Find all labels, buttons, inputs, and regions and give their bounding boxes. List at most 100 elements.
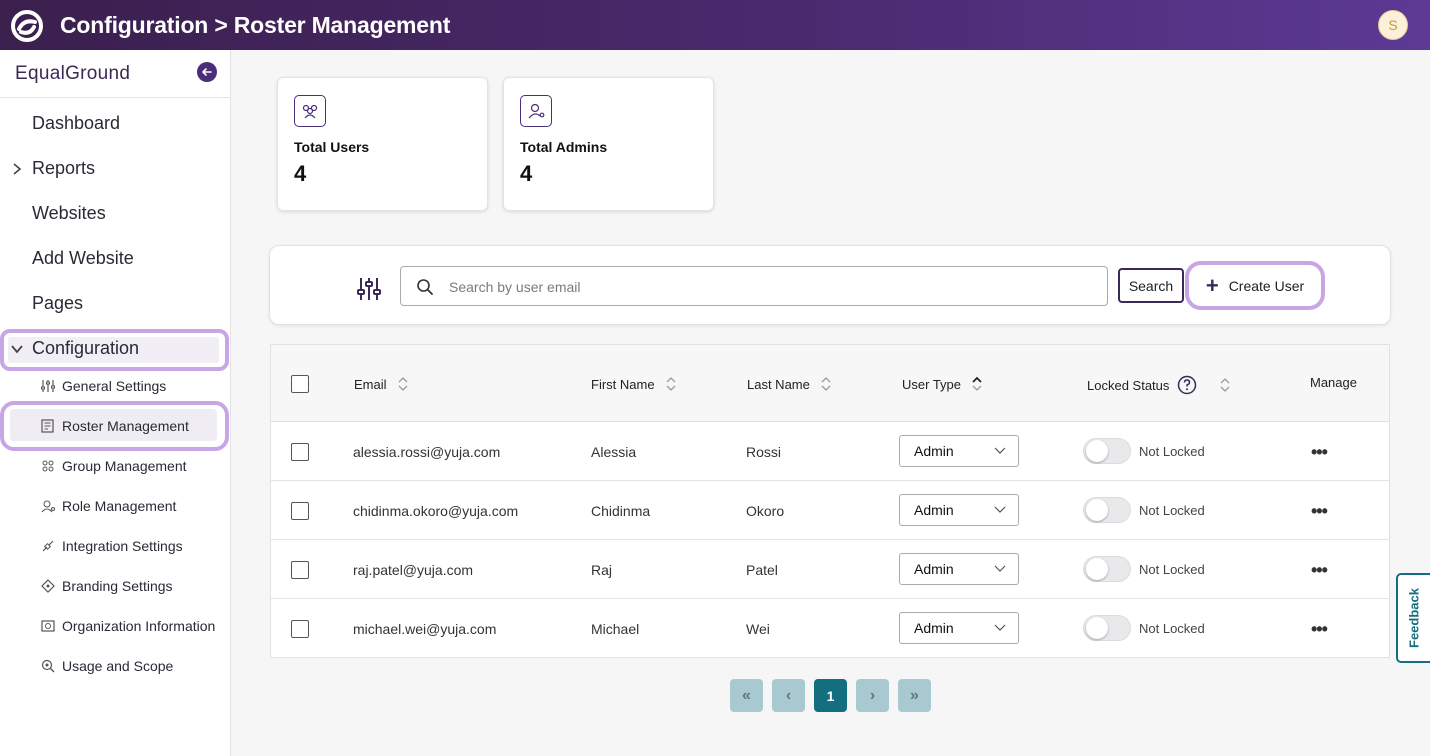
- last-page-button[interactable]: »: [898, 679, 931, 712]
- more-options-icon[interactable]: •••: [1311, 560, 1328, 581]
- lock-toggle[interactable]: [1083, 615, 1131, 641]
- sub-item-label: Roster Management: [62, 418, 189, 434]
- row-checkbox[interactable]: [291, 561, 309, 579]
- collapse-sidebar-button[interactable]: [197, 62, 217, 82]
- sub-item-group-management[interactable]: Group Management: [40, 456, 187, 476]
- column-first-name[interactable]: First Name: [591, 375, 677, 393]
- search-input[interactable]: [449, 275, 1089, 299]
- email-cell: chidinma.okoro@yuja.com: [353, 503, 519, 519]
- sort-ascending-icon[interactable]: [971, 375, 983, 393]
- sub-item-label: Usage and Scope: [62, 658, 174, 674]
- sub-item-label: Organization Information: [62, 618, 216, 634]
- sub-item-label: Integration Settings: [62, 538, 183, 554]
- help-icon[interactable]: [1177, 375, 1197, 395]
- locked-status-text: Not Locked: [1139, 444, 1205, 459]
- sort-icon[interactable]: [665, 375, 677, 393]
- user-avatar[interactable]: S: [1378, 10, 1408, 40]
- nav-item-pages[interactable]: Pages: [32, 293, 83, 314]
- sort-icon[interactable]: [820, 375, 832, 393]
- user-type-value: Admin: [914, 502, 954, 518]
- create-user-highlight: + Create User: [1185, 261, 1325, 310]
- total-admins-label: Total Admins: [520, 139, 608, 155]
- column-label: First Name: [591, 376, 655, 392]
- next-page-button[interactable]: ›: [856, 679, 889, 712]
- select-all-checkbox[interactable]: [291, 375, 309, 393]
- branding-icon: [41, 579, 55, 593]
- current-page-button[interactable]: 1: [814, 679, 847, 712]
- app-logo-icon[interactable]: [10, 9, 44, 43]
- column-label: Locked Status: [1087, 377, 1170, 393]
- locked-status-text: Not Locked: [1139, 503, 1205, 518]
- lock-toggle[interactable]: [1083, 556, 1131, 582]
- sub-item-organization-information[interactable]: Organization Information: [40, 616, 215, 636]
- user-type-select[interactable]: Admin: [899, 494, 1019, 526]
- sub-item-roster-management[interactable]: Roster Management: [40, 416, 189, 436]
- column-locked-status[interactable]: Locked Status: [1087, 375, 1231, 395]
- previous-page-button[interactable]: ‹: [772, 679, 805, 712]
- table-row: alessia.rossi@yuja.com Alessia Rossi Adm…: [271, 422, 1389, 481]
- row-checkbox[interactable]: [291, 443, 309, 461]
- feedback-tab[interactable]: Feedback: [1396, 573, 1430, 663]
- total-admins-value: 4: [520, 161, 533, 186]
- sort-icon[interactable]: [1219, 376, 1231, 394]
- nav-item-websites[interactable]: Websites: [32, 203, 106, 224]
- lock-toggle[interactable]: [1083, 497, 1131, 523]
- first-name-cell: Michael: [591, 621, 640, 637]
- sub-item-role-management[interactable]: Role Management: [40, 496, 176, 516]
- sub-item-integration-settings[interactable]: Integration Settings: [40, 536, 183, 556]
- email-cell: raj.patel@yuja.com: [353, 562, 474, 578]
- users-icon: [302, 104, 318, 119]
- column-user-type[interactable]: User Type: [902, 375, 983, 393]
- row-checkbox[interactable]: [291, 620, 309, 638]
- column-last-name[interactable]: Last Name: [747, 375, 832, 393]
- user-type-value: Admin: [914, 443, 954, 459]
- total-users-card: Total Users 4: [277, 77, 488, 211]
- group-icon: [42, 460, 54, 472]
- more-options-icon[interactable]: •••: [1311, 619, 1328, 640]
- user-type-select[interactable]: Admin: [899, 435, 1019, 467]
- column-label: Manage: [1310, 375, 1357, 390]
- locked-status-text: Not Locked: [1139, 621, 1205, 636]
- sort-icon[interactable]: [397, 375, 409, 393]
- admins-icon-frame: [520, 95, 552, 127]
- more-options-icon[interactable]: •••: [1311, 501, 1328, 522]
- table-row: michael.wei@yuja.com Michael Wei Admin N…: [271, 599, 1389, 658]
- create-user-label: Create User: [1228, 277, 1305, 294]
- nav-item-dashboard[interactable]: Dashboard: [32, 113, 120, 134]
- sub-item-usage-and-scope[interactable]: Usage and Scope: [40, 656, 173, 676]
- lock-toggle[interactable]: [1083, 438, 1131, 464]
- chevron-down-icon[interactable]: [10, 342, 24, 356]
- chevron-down-icon: [994, 506, 1006, 513]
- last-name-cell: Rossi: [746, 444, 782, 460]
- roster-icon: [41, 419, 54, 433]
- table-row: raj.patel@yuja.com Raj Patel Admin Not L…: [271, 540, 1389, 599]
- table-header: Email First Name Last Name User Type Loc…: [271, 345, 1389, 422]
- nav-item-configuration[interactable]: Configuration: [32, 338, 139, 359]
- users-table: Email First Name Last Name User Type Loc…: [270, 344, 1390, 658]
- sub-item-general-settings[interactable]: General Settings: [40, 376, 166, 396]
- filter-icon[interactable]: [356, 276, 382, 302]
- more-options-icon[interactable]: •••: [1311, 442, 1328, 463]
- total-users-label: Total Users: [294, 139, 370, 155]
- user-type-select[interactable]: Admin: [899, 612, 1019, 644]
- arrow-left-icon: [202, 68, 212, 76]
- chevron-right-icon[interactable]: [10, 162, 24, 176]
- integration-icon: [42, 540, 54, 552]
- search-button[interactable]: Search: [1118, 268, 1184, 303]
- row-checkbox[interactable]: [291, 502, 309, 520]
- last-name-cell: Wei: [746, 621, 770, 637]
- first-name-cell: Raj: [591, 562, 613, 578]
- users-icon-frame: [294, 95, 326, 127]
- feedback-label: Feedback: [1406, 588, 1422, 648]
- sub-item-label: General Settings: [62, 378, 167, 394]
- sidebar: EqualGround Dashboard Reports Websites A…: [0, 50, 231, 756]
- create-user-button[interactable]: + Create User: [1195, 269, 1315, 302]
- column-email[interactable]: Email: [354, 375, 409, 393]
- nav-item-reports[interactable]: Reports: [32, 158, 95, 179]
- sub-item-branding-settings[interactable]: Branding Settings: [40, 576, 173, 596]
- first-page-button[interactable]: «: [730, 679, 763, 712]
- user-type-select[interactable]: Admin: [899, 553, 1019, 585]
- search-field: [400, 266, 1108, 306]
- nav-item-add-website[interactable]: Add Website: [32, 248, 134, 269]
- brand-name: EqualGround: [15, 63, 131, 84]
